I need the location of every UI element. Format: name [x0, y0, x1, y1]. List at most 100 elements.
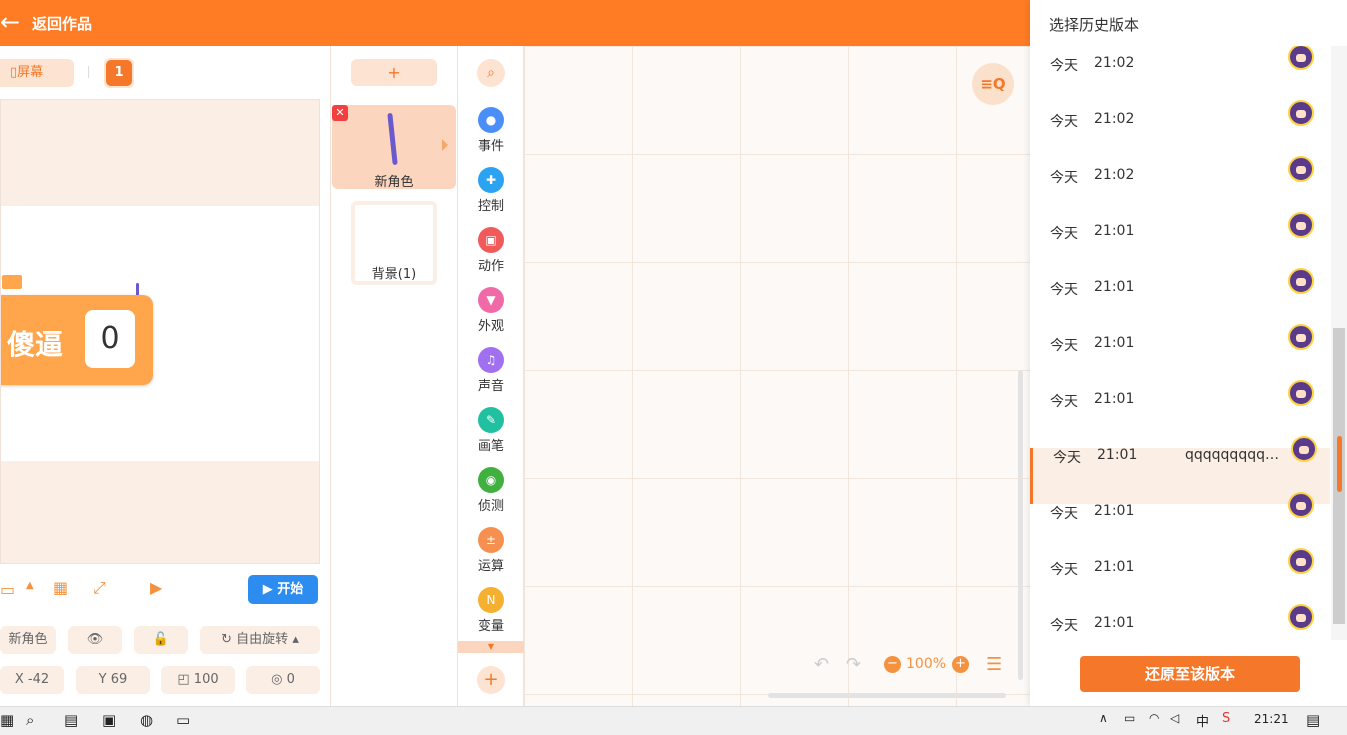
screen-button[interactable]: ▯屏幕 — [0, 59, 74, 87]
category-operators[interactable]: ± 运算 — [458, 527, 524, 574]
code-workspace[interactable] — [524, 46, 1030, 706]
history-row[interactable]: 今天 21:01 — [1030, 548, 1330, 616]
search-icon[interactable]: ⌕ — [26, 711, 34, 729]
history-time: 21:01 — [1094, 391, 1135, 407]
sprite-name-field[interactable]: 新角色 — [0, 626, 56, 654]
history-row[interactable]: 今天 21:02 — [1030, 46, 1330, 112]
direction-field[interactable]: ◎ 0 — [246, 666, 320, 694]
history-row[interactable]: 今天 21:01 — [1030, 268, 1330, 336]
fullscreen-icon[interactable]: ⤢ — [93, 578, 106, 598]
caret-up-icon[interactable]: ▲ — [26, 580, 34, 591]
close-icon[interactable]: ✕ — [332, 105, 348, 121]
history-day: 今天 — [1050, 170, 1078, 186]
category-looks[interactable]: ▼ 外观 — [458, 287, 524, 334]
sprite-thumbnail — [387, 112, 398, 166]
zoom-out-icon[interactable]: − — [884, 656, 901, 673]
screen-size-icon[interactable]: ▭ — [0, 580, 15, 599]
avatar — [1288, 268, 1314, 294]
file-explorer-icon[interactable]: ▤ — [64, 711, 78, 729]
notification-icon[interactable]: ▤ — [1306, 711, 1320, 729]
rotation-select[interactable]: ↻ 自由旋转 ▴ — [200, 626, 320, 654]
windows-start-icon[interactable]: ▦ — [0, 711, 14, 729]
history-time: 21:01 — [1094, 335, 1135, 351]
screen-number-button[interactable]: 1 — [104, 58, 134, 88]
start-button[interactable]: ▶ 开始 — [248, 575, 318, 604]
grid-icon[interactable]: ▦ — [53, 578, 68, 597]
monitor-app-icon[interactable]: ▭ — [176, 711, 190, 729]
zoom-in-icon[interactable]: + — [952, 656, 969, 673]
video-icon[interactable]: ▶ — [150, 578, 162, 597]
rotate-icon: ↻ — [221, 632, 237, 647]
history-day: 今天 — [1050, 506, 1078, 522]
history-row[interactable]: 今天 21:01 — [1030, 212, 1330, 280]
stage-band-bottom — [1, 461, 319, 563]
taskbar — [0, 706, 1347, 735]
avatar — [1288, 548, 1314, 574]
add-sprite-button[interactable]: + — [351, 59, 437, 86]
avatar — [1288, 604, 1314, 630]
robot-icon: ▣ — [478, 227, 504, 253]
category-sound[interactable]: ♫ 声音 — [458, 347, 524, 394]
ime-indicator[interactable]: 中 — [1196, 711, 1209, 730]
undo-icon[interactable]: ↶ — [814, 654, 829, 675]
history-row[interactable]: 今天 21:02 — [1030, 100, 1330, 168]
wifi-icon[interactable]: ◠ — [1149, 711, 1159, 725]
history-time: 21:01 — [1094, 559, 1135, 575]
restore-version-button[interactable]: 还原至该版本 — [1080, 656, 1300, 692]
lock-toggle[interactable]: 🔓 — [134, 626, 188, 654]
history-time: 21:01 — [1094, 223, 1135, 239]
top-bar: ← 返回作品 — [0, 0, 1030, 46]
background-card[interactable]: 背景(1) — [351, 201, 437, 285]
history-time: 21:02 — [1094, 167, 1135, 183]
stage-canvas[interactable]: 傻逼 0 — [0, 99, 320, 564]
divider — [88, 66, 89, 78]
search-icon[interactable]: ⌕ — [477, 59, 505, 87]
back-to-works-link[interactable]: 返回作品 — [32, 13, 92, 34]
category-motion[interactable]: ▣ 动作 — [458, 227, 524, 274]
category-control[interactable]: ✚ 控制 — [458, 167, 524, 214]
history-time: 21:01 — [1094, 279, 1135, 295]
sprite-card[interactable]: ✕ 新角色 — [332, 105, 456, 190]
chevron-down-icon[interactable]: ▼ — [458, 641, 524, 653]
battery-icon[interactable]: ▭ — [1124, 711, 1135, 725]
back-arrow-icon[interactable]: ← — [0, 10, 24, 34]
add-extension-button[interactable]: + — [477, 666, 505, 694]
app-icon[interactable]: ▣ — [102, 711, 116, 729]
variable-monitor[interactable]: 傻逼 0 — [1, 295, 153, 385]
avatar — [1288, 212, 1314, 238]
x-position-field[interactable]: X -42 — [0, 666, 64, 694]
history-row[interactable]: 今天 21:02 — [1030, 156, 1330, 224]
lock-icon: 🔓 — [152, 632, 170, 647]
expand-arrow-icon[interactable] — [442, 139, 448, 151]
y-position-field[interactable]: Y 69 — [76, 666, 150, 694]
volume-icon[interactable]: ◁ — [1170, 711, 1179, 725]
toggle-icon: ● — [478, 107, 504, 133]
history-row[interactable]: 今天 21:01 qqqqqqqqq… — [1030, 436, 1330, 504]
chevron-up-icon[interactable]: ∧ — [1099, 711, 1108, 725]
variable-icon: N — [478, 587, 504, 613]
music-icon: ♫ — [478, 347, 504, 373]
category-pen[interactable]: ✎ 画笔 — [458, 407, 524, 454]
sogou-icon[interactable]: S — [1222, 711, 1230, 726]
history-list: 今天 21:02 今天 21:02 今天 21:02 今天 21:01 今天 21:01 今天 21:… — [1030, 46, 1330, 640]
redo-icon[interactable]: ↷ — [846, 654, 861, 675]
history-day: 今天 — [1050, 562, 1078, 578]
category-events[interactable]: ● 事件 — [458, 107, 524, 154]
category-sensing[interactable]: ◉ 侦测 — [458, 467, 524, 514]
category-variables[interactable]: N 变量 — [458, 587, 524, 634]
avatar — [1288, 324, 1314, 350]
stage-band-top — [1, 100, 319, 206]
horizontal-scrollbar[interactable] — [768, 693, 1006, 698]
vertical-scrollbar[interactable] — [1018, 370, 1023, 680]
history-time: 21:01 — [1097, 447, 1138, 463]
history-row[interactable]: 今天 21:01 — [1030, 324, 1330, 392]
size-field[interactable]: ◰ 100 — [161, 666, 235, 694]
history-row[interactable]: 今天 21:01 — [1030, 380, 1330, 448]
history-row[interactable]: 今天 21:01 — [1030, 492, 1330, 560]
history-row[interactable]: 今天 21:01 — [1030, 604, 1330, 640]
browser-icon[interactable]: ◍ — [140, 711, 153, 729]
block-search-icon[interactable]: ≡Q — [972, 63, 1014, 105]
visibility-toggle[interactable]: 👁 — [68, 626, 122, 654]
history-day: 今天 — [1050, 114, 1078, 130]
align-icon[interactable]: ☰ — [986, 654, 1002, 675]
